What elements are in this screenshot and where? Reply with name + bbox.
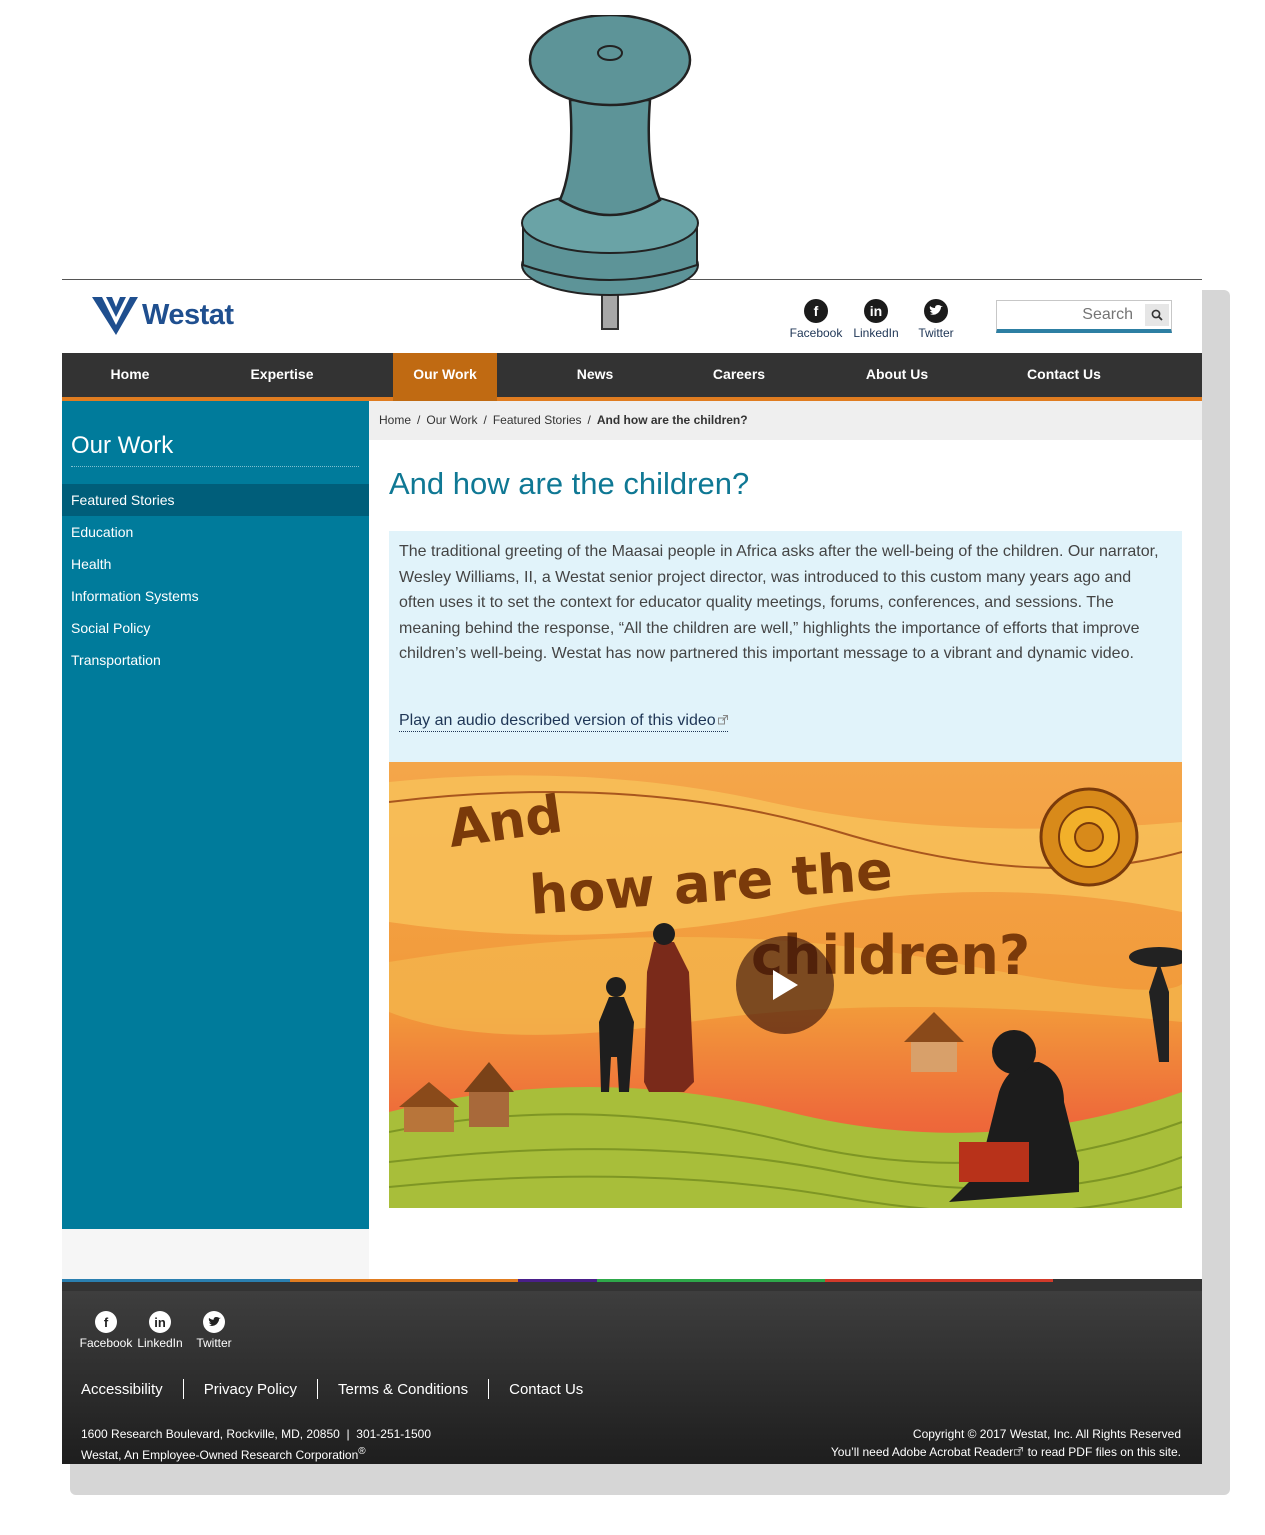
footer-address: 1600 Research Boulevard, Rockville, MD, … [81, 1427, 431, 1462]
linkedin-icon: in [149, 1311, 171, 1333]
stripe-orange [290, 1279, 518, 1282]
audio-described-link[interactable]: Play an audio described version of this … [399, 712, 728, 732]
footer-link-privacy-policy[interactable]: Privacy Policy [204, 1381, 297, 1398]
footer-linkedin-link[interactable]: in LinkedIn [134, 1311, 186, 1350]
twitter-icon [203, 1311, 225, 1333]
external-link-icon [1014, 1447, 1024, 1456]
linkedin-link[interactable]: in LinkedIn [850, 299, 902, 340]
copyright-text: Copyright © 2017 Westat, Inc. All Rights… [912, 1427, 1181, 1441]
breadcrumb-featured-stories[interactable]: Featured Stories [493, 413, 582, 427]
external-link-icon [717, 715, 728, 725]
header-social-links: f Facebook in LinkedIn Twitter [790, 299, 962, 340]
page-title: And how are the children? [389, 466, 750, 501]
footer-color-stripes [62, 1279, 1202, 1291]
twitter-label: Twitter [918, 326, 954, 340]
footer-divider [182, 1379, 184, 1399]
nav-contact-us[interactable]: Contact Us [1014, 353, 1114, 397]
search-box [996, 300, 1172, 333]
footer-social-links: f Facebook in LinkedIn Twitter [80, 1311, 240, 1350]
sidebar-item-information-systems[interactable]: Information Systems [62, 580, 369, 612]
nav-home[interactable]: Home [90, 353, 170, 397]
address-text: 1600 Research Boulevard, Rockville, MD, … [81, 1427, 340, 1441]
main-nav: Home Expertise Our Work News Careers Abo… [62, 353, 1202, 403]
sidebar-nav: Featured Stories Education Health Inform… [62, 484, 369, 676]
pushpin-icon [521, 15, 699, 330]
twitter-icon [924, 299, 948, 323]
search-input[interactable] [997, 301, 1137, 329]
footer-facebook-link[interactable]: f Facebook [80, 1311, 132, 1350]
facebook-link[interactable]: f Facebook [790, 299, 842, 340]
sidebar-item-education[interactable]: Education [62, 516, 369, 548]
footer-divider [317, 1379, 319, 1399]
linkedin-icon: in [864, 299, 888, 323]
corp-text: Westat, An Employee-Owned Research Corpo… [81, 1448, 359, 1462]
breadcrumb-separator: / [483, 413, 487, 427]
footer-facebook-label: Facebook [79, 1336, 133, 1350]
sidebar: Our Work Featured Stories Education Heal… [62, 401, 369, 1229]
facebook-icon: f [95, 1311, 117, 1333]
stripe-blue [62, 1279, 290, 1282]
stripe-green [597, 1279, 825, 1282]
logo-text: Westat [142, 298, 234, 331]
footer-link-contact-us[interactable]: Contact Us [509, 1381, 583, 1398]
westat-logo[interactable]: Westat [92, 295, 234, 335]
footer-link-accessibility[interactable]: Accessibility [81, 1381, 163, 1398]
sidebar-item-transportation[interactable]: Transportation [62, 644, 369, 676]
westat-logo-icon [92, 297, 138, 335]
acrobat-suffix: to read PDF files on this site. [1024, 1445, 1181, 1459]
audio-link-label: Play an audio described version of this … [399, 712, 716, 729]
sun-graphic [1039, 787, 1139, 887]
site-footer: f Facebook in LinkedIn Twitter Accessibi… [62, 1291, 1202, 1464]
nav-careers[interactable]: Careers [699, 353, 779, 397]
sidebar-footer-area [62, 1229, 369, 1279]
page-frame: Westat f Facebook in LinkedIn Twitter Se… [62, 279, 1202, 1464]
registered-mark: ® [358, 1446, 366, 1457]
facebook-label: Facebook [789, 326, 843, 340]
breadcrumb: Home / Our Work / Featured Stories / And how a… [369, 401, 1202, 440]
intro-panel: The traditional greeting of the Maasai p… [389, 531, 1182, 762]
nav-our-work[interactable]: Our Work [393, 353, 497, 403]
breadcrumb-our-work[interactable]: Our Work [426, 413, 477, 427]
play-icon [773, 970, 798, 1000]
breadcrumb-separator: / [417, 413, 421, 427]
footer-link-terms[interactable]: Terms & Conditions [338, 1381, 468, 1398]
nav-about-us[interactable]: About Us [852, 353, 942, 397]
sidebar-item-social-policy[interactable]: Social Policy [62, 612, 369, 644]
breadcrumb-home[interactable]: Home [379, 413, 411, 427]
search-icon [1151, 309, 1163, 321]
footer-divider [488, 1379, 490, 1399]
footer-copyright: Copyright © 2017 Westat, Inc. All Rights… [831, 1425, 1181, 1461]
stripe-red [825, 1279, 1053, 1282]
acrobat-prefix: You’ll need [830, 1445, 892, 1459]
search-button[interactable] [1145, 304, 1169, 326]
intro-text: The traditional greeting of the Maasai p… [399, 543, 1159, 663]
video-player[interactable]: And how are the children? [389, 762, 1182, 1208]
footer-twitter-label: Twitter [196, 1336, 232, 1350]
footer-links: Accessibility Privacy Policy Terms & Con… [81, 1379, 583, 1399]
twitter-link[interactable]: Twitter [910, 299, 962, 340]
footer-linkedin-label: LinkedIn [137, 1336, 183, 1350]
sidebar-item-featured-stories[interactable]: Featured Stories [62, 484, 369, 516]
nav-expertise[interactable]: Expertise [237, 353, 327, 397]
sidebar-item-health[interactable]: Health [62, 548, 369, 580]
phone-text: 301-251-1500 [356, 1427, 431, 1441]
breadcrumb-current: And how are the children? [596, 413, 748, 427]
breadcrumb-separator: / [587, 413, 591, 427]
sidebar-title: Our Work [71, 432, 359, 467]
nav-news[interactable]: News [560, 353, 630, 397]
facebook-icon: f [804, 299, 828, 323]
play-button[interactable] [736, 936, 834, 1034]
footer-twitter-link[interactable]: Twitter [188, 1311, 240, 1350]
linkedin-label: LinkedIn [853, 326, 899, 340]
acrobat-link[interactable]: Adobe Acrobat Reader [892, 1445, 1013, 1459]
